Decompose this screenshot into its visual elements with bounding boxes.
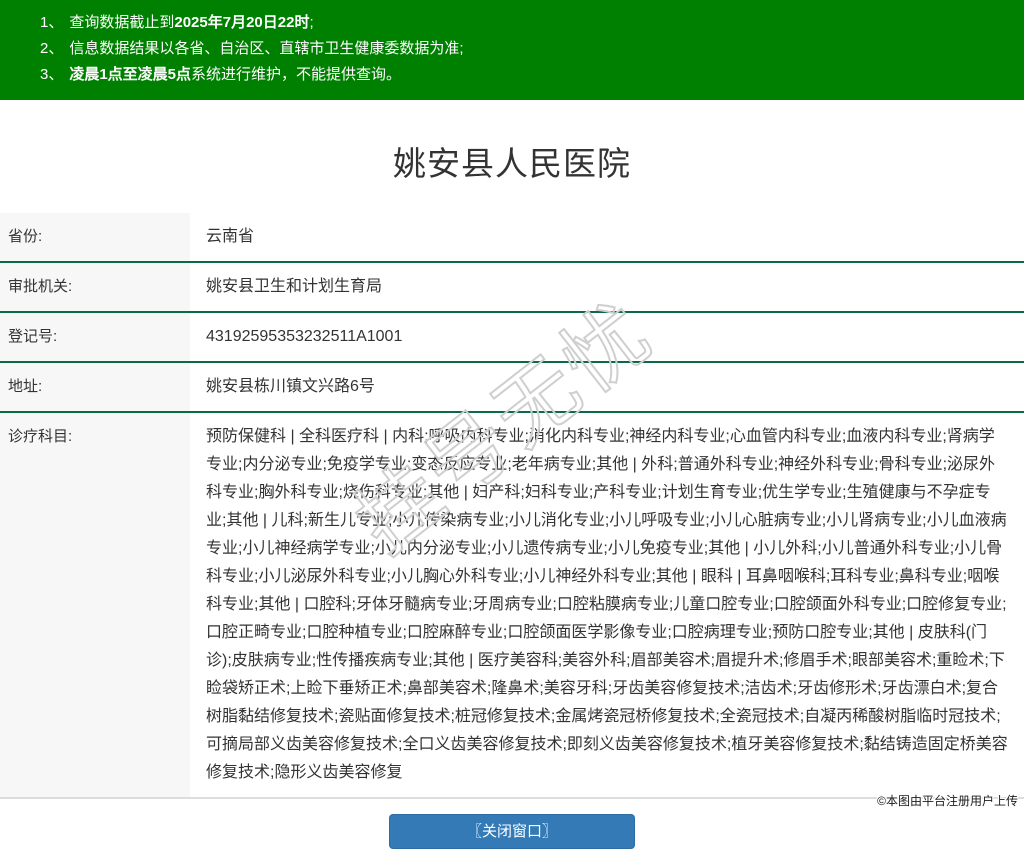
notice-text-bold: 凌晨1点至凌晨5点 (69, 66, 192, 83)
close-window-button[interactable]: 〖关闭窗口〗 (389, 814, 635, 849)
notice-text-bold: 2025年7月20日22时 (174, 14, 310, 31)
notice-number: 1、 (40, 14, 64, 31)
table-row-address: 地址: 姚安县栋川镇文兴路6号 (0, 362, 1024, 412)
copyright-note: ©本图由平台注册用户上传 (877, 794, 1018, 808)
row-label: 诊疗科目: (0, 412, 190, 798)
notice-line: 3、 凌晨1点至凌晨5点系统进行维护，不能提供查询。 (40, 62, 1004, 88)
notice-text: 查询数据截止到 (69, 14, 175, 31)
hospital-info-table: 省份: 云南省 审批机关: 姚安县卫生和计划生育局 登记号: 431925953… (0, 213, 1024, 799)
row-label: 审批机关: (0, 262, 190, 312)
table-row-registration-number: 登记号: 43192595353232511A1001 (0, 312, 1024, 362)
notice-text: ; (309, 14, 314, 31)
button-row: 〖关闭窗口〗 (0, 814, 1024, 849)
notice-number: 3、 (40, 66, 64, 83)
row-value: 云南省 (206, 228, 255, 245)
row-label: 登记号: (0, 312, 190, 362)
notice-line: 1、 查询数据截止到2025年7月20日22时; (40, 10, 1004, 36)
table-row-approval-authority: 审批机关: 姚安县卫生和计划生育局 (0, 262, 1024, 312)
notice-line: 2、 信息数据结果以各省、自治区、直辖市卫生健康委数据为准; (40, 36, 1004, 62)
notice-text: 信息数据结果以各省、自治区、直辖市卫生健康委数据为准; (69, 40, 464, 57)
notice-number: 2、 (40, 40, 64, 57)
row-value: 预防保健科 | 全科医疗科 | 内科;呼吸内科专业;消化内科专业;神经内科专业;… (206, 428, 1008, 781)
row-value: 43192595353232511A1001 (206, 328, 403, 345)
row-value: 姚安县卫生和计划生育局 (206, 278, 383, 295)
notice-banner: 1、 查询数据截止到2025年7月20日22时; 2、 信息数据结果以各省、自治区、… (0, 0, 1024, 100)
row-value: 姚安县栋川镇文兴路6号 (206, 378, 375, 395)
table-row-departments: 诊疗科目: 预防保健科 | 全科医疗科 | 内科;呼吸内科专业;消化内科专业;神… (0, 412, 1024, 798)
hospital-name-title: 姚安县人民医院 (393, 145, 631, 182)
notice-text: 系统进行维护，不能提供查询。 (191, 66, 402, 83)
row-label: 省份: (0, 213, 190, 262)
table-row-province: 省份: 云南省 (0, 213, 1024, 262)
row-label: 地址: (0, 362, 190, 412)
